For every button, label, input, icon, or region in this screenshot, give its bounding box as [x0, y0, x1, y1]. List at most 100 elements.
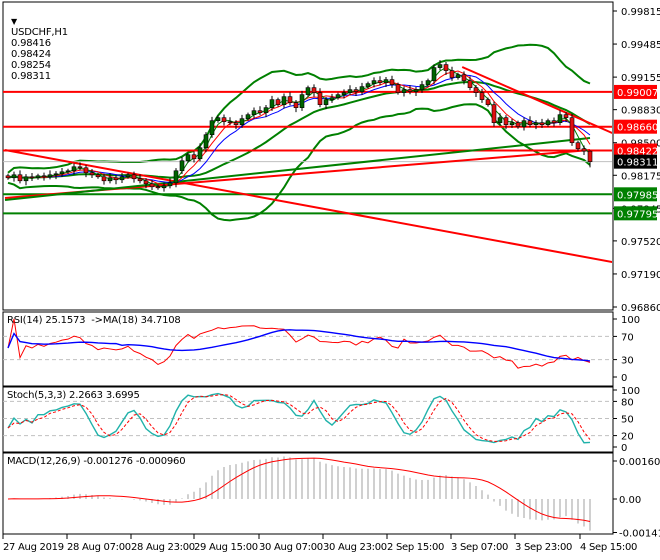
trading-chart[interactable]: 0.998150.994850.991550.988300.985000.981…: [0, 0, 660, 560]
bull-candle: [125, 174, 131, 178]
time-tick-label: 27 Aug 2019: [3, 542, 64, 553]
current-price-label: 0.98311: [617, 158, 658, 169]
bull-candle: [533, 122, 539, 125]
bull-candle: [11, 174, 17, 179]
level-price-label: 0.97795: [617, 209, 658, 220]
bear-candle: [443, 64, 449, 71]
bear-candle: [449, 70, 455, 78]
bear-candle: [233, 122, 239, 125]
bear-candle: [311, 87, 317, 93]
bull-candle: [335, 94, 341, 98]
bull-candle: [179, 160, 185, 172]
stoch-tick-label: 50: [621, 415, 634, 426]
price-tick-label: 0.99485: [621, 40, 660, 51]
bull-candle: [431, 67, 437, 81]
bear-candle: [191, 154, 197, 160]
bull-candle: [299, 94, 305, 108]
price-tick-label: 0.96860: [621, 303, 660, 314]
bull-candle: [107, 177, 113, 182]
bear-candle: [221, 117, 227, 122]
price-tick-label: 0.97520: [621, 237, 660, 248]
trendline-resistance: [4, 149, 612, 264]
bear-candle: [569, 117, 575, 144]
bull-candle: [167, 182, 173, 187]
bear-candle: [527, 120, 533, 125]
bull-candle: [209, 120, 215, 136]
bear-candle: [563, 114, 569, 118]
bull-candle: [455, 74, 461, 78]
bull-candle: [263, 107, 269, 113]
bear-candle: [95, 174, 101, 178]
stoch-tick-label: 20: [621, 432, 634, 443]
price-tick-label: 0.97190: [621, 270, 660, 281]
bear-candle: [275, 99, 281, 105]
bull-candle: [65, 170, 71, 173]
bull-candle: [59, 171, 65, 175]
bull-candle: [161, 185, 167, 189]
bear-candle: [575, 142, 581, 150]
rsi-tick-label: 100: [621, 315, 640, 326]
bull-candle: [341, 92, 347, 95]
bull-candle: [197, 147, 203, 160]
level-price-label: 0.99007: [617, 88, 658, 99]
bull-candle: [281, 96, 287, 105]
high-price: 0.98424: [10, 49, 51, 60]
bull-candle: [437, 64, 443, 68]
bear-candle: [113, 177, 119, 181]
time-tick-label: 28 Aug 07:00: [67, 542, 131, 553]
bull-candle: [545, 120, 551, 125]
rsi-tick-label: 0: [621, 373, 627, 384]
bear-candle: [17, 174, 23, 182]
bull-candle: [53, 173, 59, 176]
bull-candle: [245, 114, 251, 119]
bull-candle: [521, 120, 527, 127]
bear-candle: [29, 176, 35, 179]
bear-candle: [491, 104, 497, 123]
bull-candle: [557, 114, 563, 123]
macd-signal-line: [7, 457, 591, 522]
time-tick-label: 4 Sep 15:00: [580, 542, 638, 553]
bull-candle: [215, 117, 221, 121]
bear-candle: [83, 167, 89, 174]
bear-candle: [89, 172, 95, 176]
price-tick-label: 0.98175: [621, 171, 660, 182]
bull-candle: [347, 89, 353, 93]
bear-candle: [77, 166, 83, 169]
bull-candle: [203, 134, 209, 149]
bull-candle: [383, 79, 389, 83]
bear-candle: [293, 102, 299, 108]
chart-header: ▼ USDCHF,H1 0.98416 0.98424 0.98254 0.98…: [5, 5, 68, 82]
symbol-label: USDCHF,H1: [10, 27, 68, 38]
bear-candle: [227, 121, 233, 123]
bull-candle: [371, 80, 377, 84]
time-tick-label: 2 Sep 15:00: [387, 542, 445, 553]
bull-candle: [173, 170, 179, 184]
bear-candle: [377, 80, 383, 83]
macd-label: MACD(12,26,9) -0.001276 -0.000960: [7, 456, 186, 467]
rsi-tick-label: 70: [621, 332, 634, 343]
price-tick-label: 0.98830: [621, 106, 660, 117]
bear-candle: [143, 180, 149, 185]
bear-candle: [461, 74, 467, 81]
bull-candle: [365, 83, 371, 87]
bear-candle: [257, 110, 263, 113]
bear-candle: [101, 176, 107, 182]
time-tick-label: 28 Aug 23:00: [131, 542, 195, 553]
bear-candle: [473, 87, 479, 93]
price-plot: [3, 43, 612, 264]
bear-candle: [503, 117, 509, 125]
level-price-label: 0.97985: [617, 190, 658, 201]
stoch-label: Stoch(5,3,3) 2.2663 3.6995: [7, 390, 140, 401]
rsi-line: [7, 318, 591, 369]
bull-candle: [509, 122, 515, 125]
collapse-triangle-icon[interactable]: ▼: [11, 17, 17, 26]
bear-candle: [149, 183, 155, 188]
bear-candle: [287, 96, 293, 103]
bear-candle: [155, 186, 161, 189]
level-price-label: 0.98660: [617, 123, 658, 134]
time-tick-label: 30 Aug 23:00: [323, 542, 387, 553]
bull-candle: [47, 174, 53, 178]
bear-candle: [467, 80, 473, 88]
macd-tick-label: -0.001414: [619, 528, 660, 539]
low-price: 0.98254: [10, 60, 51, 71]
